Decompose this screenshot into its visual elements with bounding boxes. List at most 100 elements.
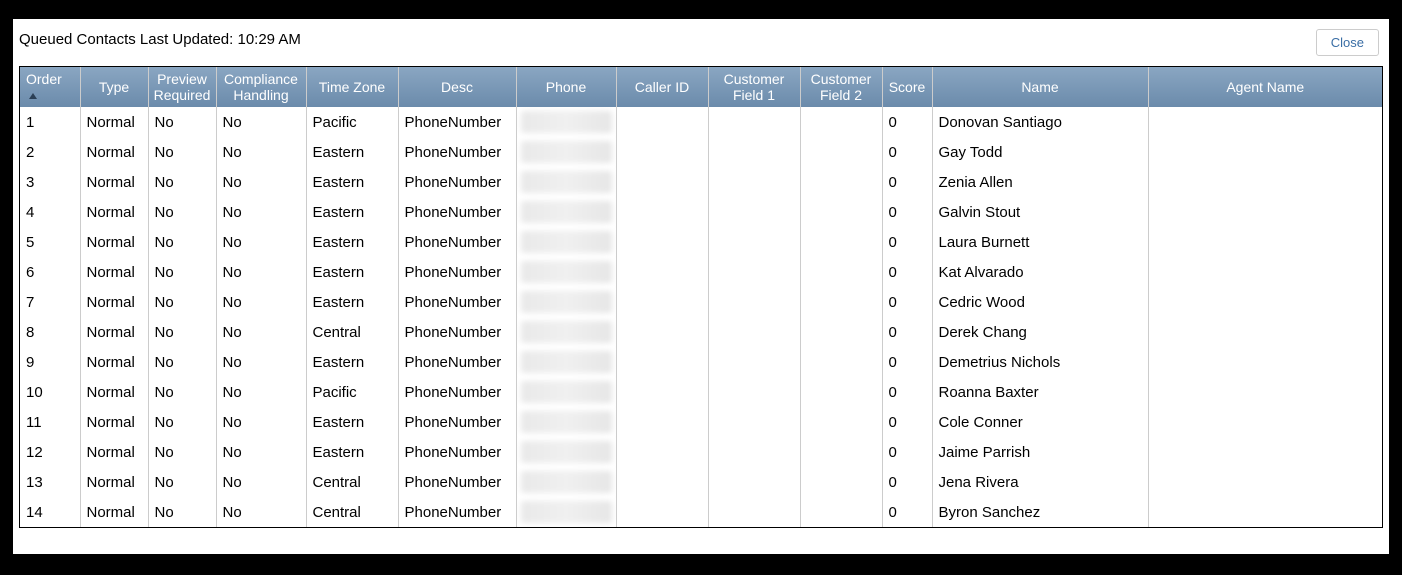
cell-order: 7: [20, 287, 80, 317]
col-name[interactable]: Name: [932, 67, 1148, 107]
cell-customer_field_1: [708, 137, 800, 167]
last-updated-text: Queued Contacts Last Updated: 10:29 AM: [19, 29, 301, 48]
cell-name: Cole Conner: [932, 407, 1148, 437]
cell-customer_field_2: [800, 317, 882, 347]
redacted-phone: [521, 321, 612, 343]
close-button[interactable]: Close: [1316, 29, 1379, 56]
cell-time_zone: Pacific: [306, 107, 398, 137]
table-row[interactable]: 2NormalNoNoEasternPhoneNumber0Gay Todd: [20, 137, 1382, 167]
cell-score: 0: [882, 497, 932, 527]
cell-name: Kat Alvarado: [932, 257, 1148, 287]
cell-type: Normal: [80, 107, 148, 137]
cell-customer_field_2: [800, 377, 882, 407]
redacted-phone: [521, 261, 612, 283]
col-customer-field-1[interactable]: Customer Field 1: [708, 67, 800, 107]
cell-order: 11: [20, 407, 80, 437]
cell-customer_field_2: [800, 467, 882, 497]
table-row[interactable]: 12NormalNoNoEasternPhoneNumber0Jaime Par…: [20, 437, 1382, 467]
cell-customer_field_2: [800, 227, 882, 257]
table-row[interactable]: 3NormalNoNoEasternPhoneNumber0Zenia Alle…: [20, 167, 1382, 197]
table-row[interactable]: 4NormalNoNoEasternPhoneNumber0Galvin Sto…: [20, 197, 1382, 227]
cell-compliance_handling: No: [216, 407, 306, 437]
cell-customer_field_1: [708, 467, 800, 497]
cell-compliance_handling: No: [216, 347, 306, 377]
cell-score: 0: [882, 377, 932, 407]
col-desc[interactable]: Desc: [398, 67, 516, 107]
col-order[interactable]: Order: [20, 67, 80, 107]
cell-score: 0: [882, 257, 932, 287]
redacted-phone: [521, 441, 612, 463]
redacted-phone: [521, 231, 612, 253]
cell-preview_required: No: [148, 407, 216, 437]
cell-order: 9: [20, 347, 80, 377]
cell-preview_required: No: [148, 287, 216, 317]
cell-type: Normal: [80, 197, 148, 227]
cell-desc: PhoneNumber: [398, 347, 516, 377]
col-customer-field-2[interactable]: Customer Field 2: [800, 67, 882, 107]
redacted-phone: [521, 141, 612, 163]
table-row[interactable]: 8NormalNoNoCentralPhoneNumber0Derek Chan…: [20, 317, 1382, 347]
sort-asc-icon: [29, 93, 37, 99]
cell-agent_name: [1148, 137, 1382, 167]
cell-caller_id: [616, 437, 708, 467]
col-caller-id[interactable]: Caller ID: [616, 67, 708, 107]
cell-compliance_handling: No: [216, 227, 306, 257]
cell-score: 0: [882, 137, 932, 167]
cell-preview_required: No: [148, 167, 216, 197]
table-row[interactable]: 1NormalNoNoPacificPhoneNumber0Donovan Sa…: [20, 107, 1382, 137]
cell-desc: PhoneNumber: [398, 257, 516, 287]
table-header-row: Order Type Preview Required Compliance H…: [20, 67, 1382, 107]
table-row[interactable]: 10NormalNoNoPacificPhoneNumber0Roanna Ba…: [20, 377, 1382, 407]
cell-name: Jena Rivera: [932, 467, 1148, 497]
col-phone[interactable]: Phone: [516, 67, 616, 107]
col-agent-name[interactable]: Agent Name: [1148, 67, 1382, 107]
cell-agent_name: [1148, 377, 1382, 407]
cell-agent_name: [1148, 287, 1382, 317]
table-row[interactable]: 14NormalNoNoCentralPhoneNumber0Byron San…: [20, 497, 1382, 527]
table-row[interactable]: 5NormalNoNoEasternPhoneNumber0Laura Burn…: [20, 227, 1382, 257]
table-row[interactable]: 7NormalNoNoEasternPhoneNumber0Cedric Woo…: [20, 287, 1382, 317]
cell-time_zone: Pacific: [306, 377, 398, 407]
cell-agent_name: [1148, 197, 1382, 227]
cell-customer_field_2: [800, 257, 882, 287]
redacted-phone: [521, 111, 612, 133]
table-row[interactable]: 11NormalNoNoEasternPhoneNumber0Cole Conn…: [20, 407, 1382, 437]
cell-score: 0: [882, 347, 932, 377]
cell-score: 0: [882, 167, 932, 197]
col-preview-required[interactable]: Preview Required: [148, 67, 216, 107]
col-type[interactable]: Type: [80, 67, 148, 107]
cell-caller_id: [616, 137, 708, 167]
cell-caller_id: [616, 227, 708, 257]
redacted-phone: [521, 201, 612, 223]
cell-preview_required: No: [148, 137, 216, 167]
cell-caller_id: [616, 197, 708, 227]
cell-customer_field_1: [708, 347, 800, 377]
cell-phone: [516, 467, 616, 497]
cell-desc: PhoneNumber: [398, 497, 516, 527]
cell-order: 14: [20, 497, 80, 527]
table-row[interactable]: 9NormalNoNoEasternPhoneNumber0Demetrius …: [20, 347, 1382, 377]
cell-compliance_handling: No: [216, 377, 306, 407]
cell-time_zone: Eastern: [306, 167, 398, 197]
redacted-phone: [521, 471, 612, 493]
cell-compliance_handling: No: [216, 137, 306, 167]
table-row[interactable]: 6NormalNoNoEasternPhoneNumber0Kat Alvara…: [20, 257, 1382, 287]
cell-compliance_handling: No: [216, 497, 306, 527]
col-score[interactable]: Score: [882, 67, 932, 107]
cell-desc: PhoneNumber: [398, 317, 516, 347]
cell-caller_id: [616, 287, 708, 317]
cell-caller_id: [616, 167, 708, 197]
cell-name: Galvin Stout: [932, 197, 1148, 227]
cell-type: Normal: [80, 137, 148, 167]
cell-compliance_handling: No: [216, 107, 306, 137]
cell-type: Normal: [80, 257, 148, 287]
cell-name: Gay Todd: [932, 137, 1148, 167]
cell-compliance_handling: No: [216, 467, 306, 497]
col-time-zone[interactable]: Time Zone: [306, 67, 398, 107]
table-row[interactable]: 13NormalNoNoCentralPhoneNumber0Jena Rive…: [20, 467, 1382, 497]
cell-customer_field_2: [800, 437, 882, 467]
cell-caller_id: [616, 317, 708, 347]
cell-agent_name: [1148, 317, 1382, 347]
cell-phone: [516, 287, 616, 317]
col-compliance-handling[interactable]: Compliance Handling: [216, 67, 306, 107]
